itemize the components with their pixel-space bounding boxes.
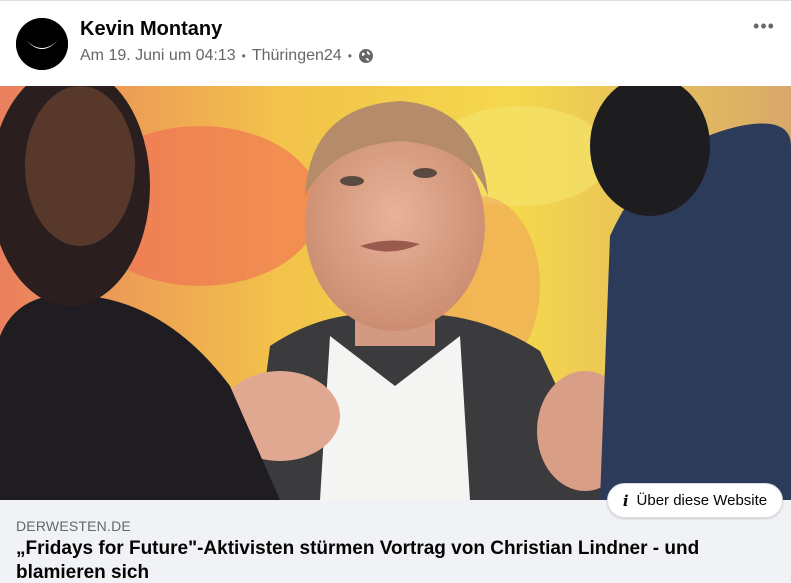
link-headline[interactable]: „Fridays for Future"-Aktivisten stürmen … bbox=[16, 537, 776, 583]
about-website-label: Über diese Website bbox=[636, 492, 768, 509]
avatar[interactable] bbox=[16, 18, 68, 70]
post-timestamp[interactable]: Am 19. Juni um 04:13 bbox=[80, 47, 236, 65]
post-source[interactable]: Thüringen24 bbox=[252, 47, 342, 65]
author-name[interactable]: Kevin Montany bbox=[80, 18, 222, 41]
post-header: Kevin Montany Am 19. Juni um 04:13 • Thü… bbox=[0, 0, 791, 86]
about-website-button[interactable]: i Über diese Website bbox=[607, 483, 783, 518]
info-icon: i bbox=[622, 491, 629, 510]
post-meta: Am 19. Juni um 04:13 • Thüringen24 • bbox=[80, 47, 374, 65]
more-options-button[interactable]: ••• bbox=[751, 13, 777, 39]
link-domain: DERWESTEN.DE bbox=[16, 518, 131, 534]
meta-separator: • bbox=[241, 49, 246, 63]
link-preview-image[interactable] bbox=[0, 86, 791, 500]
globe-icon[interactable] bbox=[358, 48, 374, 64]
meta-separator: • bbox=[347, 49, 352, 63]
